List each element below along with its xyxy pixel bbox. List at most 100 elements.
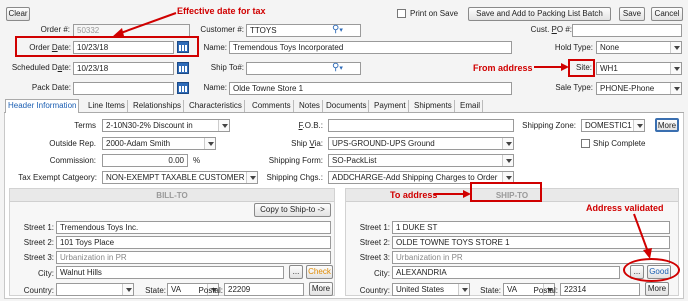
sale-type-value: PHONE-Phone [600, 84, 655, 93]
tab-characteristics[interactable]: Characteristics [187, 100, 245, 112]
shipping-zone-label: Shipping Zone: [522, 121, 576, 130]
site-highlight-box [568, 59, 595, 77]
save-button[interactable]: Save [619, 7, 645, 21]
tab-comments[interactable]: Comments [250, 100, 294, 112]
ship-complete-checkbox[interactable] [581, 139, 590, 148]
ship-street3-label: Street 3: [359, 253, 390, 262]
shipping-zone-more-button[interactable]: More [655, 118, 679, 132]
bill-city-lookup-button[interactable]: ... [289, 265, 303, 279]
sale-type-label: Sale Type: [555, 83, 593, 92]
terms-dropdown-icon [218, 120, 229, 131]
to-address-annotation: To address [390, 190, 438, 200]
to-address-arrow [434, 190, 471, 198]
tab-shipments[interactable]: Shipments [412, 100, 455, 112]
order-no-label: Order #: [40, 25, 70, 34]
hold-type-select[interactable]: None [596, 41, 682, 54]
outside-rep-label: Outside Rep. [49, 139, 96, 148]
ship-street1-input[interactable]: 1 DUKE ST [392, 221, 670, 234]
scheduled-date-input[interactable]: 10/23/18 [73, 62, 174, 75]
bill-street1-label: Street 1: [23, 223, 54, 232]
commission-label: Commission: [49, 156, 96, 165]
hold-type-value: None [600, 43, 620, 52]
hold-type-label: Hold Type: [554, 43, 593, 52]
site-select[interactable]: WH1 [596, 62, 682, 75]
tax-exempt-dropdown-icon [246, 172, 257, 183]
copy-to-ship-to-button[interactable]: Copy to Ship-to -> [254, 203, 331, 217]
ship-country-dropdown-icon [458, 284, 469, 295]
ship-complete-label: Ship Complete [593, 139, 646, 148]
terms-label: Terms [74, 121, 96, 130]
ship-name-input[interactable]: Olde Towne Store 1 [229, 82, 512, 95]
shipping-chgs-label: Shipping Chgs.: [266, 173, 323, 182]
ship-via-label: Ship Via: [291, 139, 323, 148]
ship-via-dropdown-icon [502, 138, 513, 149]
commission-percent-label: % [193, 156, 201, 165]
hold-type-dropdown-icon [670, 42, 681, 53]
shipping-zone-value: DOMESTIC1 [585, 121, 632, 130]
pack-date-calendar-icon[interactable] [177, 82, 189, 94]
tab-line-items[interactable]: Line Items [86, 100, 128, 112]
terms-select[interactable]: 2-10N30-2% Discount in [102, 119, 230, 132]
bill-street1-input[interactable]: Tremendous Toys Inc. [56, 221, 331, 234]
clear-button[interactable]: Clear [6, 7, 30, 21]
effective-date-arrow [112, 12, 177, 37]
ship-country-label: Country: [359, 286, 390, 295]
customer-label: Customer #: [200, 25, 244, 34]
shipping-form-select[interactable]: SO-PackList [328, 154, 514, 167]
ship-city-input[interactable]: ALEXANDRIA [392, 266, 620, 279]
bill-country-dropdown-icon [122, 284, 133, 295]
good-highlight-ellipse [623, 258, 680, 282]
bill-country-select[interactable] [56, 283, 134, 296]
bill-state-value: VA [171, 285, 182, 294]
bill-more-button[interactable]: More [309, 282, 333, 296]
ship-street2-label: Street 2: [359, 238, 390, 247]
customer-search-icon[interactable]: ⚲▾ [332, 24, 360, 36]
tab-header-information[interactable]: Header Information [5, 99, 80, 113]
terms-value: 2-10N30-2% Discount in [106, 121, 193, 130]
print-on-save-checkbox[interactable] [397, 9, 406, 18]
tab-payment[interactable]: Payment [372, 100, 409, 112]
customer-name-input[interactable]: Tremendous Toys Incorporated [229, 41, 512, 54]
shipping-zone-dropdown-icon [633, 120, 644, 131]
from-address-annotation: From address [473, 63, 533, 73]
shipping-form-dropdown-icon [502, 155, 513, 166]
bill-postal-input[interactable]: 22209 [224, 283, 304, 296]
ship-to-search-icon[interactable]: ⚲▾ [332, 62, 360, 74]
tax-exempt-select[interactable]: NON-EXEMPT TAXABLE CUSTOMER [102, 171, 258, 184]
site-dropdown-icon [670, 63, 681, 74]
cancel-button[interactable]: Cancel [651, 7, 683, 21]
address-validated-arrow [633, 213, 652, 259]
ship-via-value: UPS-GROUND-UPS Ground [332, 139, 435, 148]
outside-rep-select[interactable]: 2000-Adam Smith [102, 137, 216, 150]
tab-email[interactable]: Email [458, 100, 484, 112]
ship-postal-label: Postal: [533, 286, 558, 295]
sale-type-select[interactable]: PHONE-Phone [596, 82, 682, 95]
fob-input[interactable] [328, 119, 514, 132]
ship-country-select[interactable]: United States [392, 283, 470, 296]
effective-date-annotation: Effective date for tax [177, 6, 266, 16]
ship-via-select[interactable]: UPS-GROUND-UPS Ground [328, 137, 514, 150]
tab-documents[interactable]: Documents [324, 100, 370, 112]
shipping-zone-select[interactable]: DOMESTIC1 [581, 119, 645, 132]
scheduled-date-calendar-icon[interactable] [177, 62, 189, 74]
ship-postal-input[interactable]: 22314 [560, 283, 640, 296]
cust-po-input[interactable] [572, 24, 682, 37]
bill-street3-label: Street 3: [23, 253, 54, 262]
bill-check-button[interactable]: Check [306, 265, 333, 279]
ship-street1-label: Street 1: [359, 223, 390, 232]
bill-country-label: Country: [23, 286, 54, 295]
save-add-packing-button[interactable]: Save and Add to Packing List Batch [468, 7, 611, 21]
ship-state-value: VA [507, 285, 518, 294]
ship-street2-input[interactable]: OLDE TOWNE TOYS STORE 1 [392, 236, 670, 249]
bill-city-input[interactable]: Walnut Hills [56, 266, 284, 279]
commission-input[interactable]: 0.00 [102, 154, 188, 167]
bill-street2-input[interactable]: 101 Toys Place [56, 236, 331, 249]
from-address-arrow [534, 63, 569, 71]
ship-to-label: Ship To#: [210, 63, 244, 72]
bill-street3-input[interactable]: Urbanization in PR [56, 251, 331, 264]
ship-more-button[interactable]: More [645, 282, 669, 296]
print-on-save-label: Print on Save [410, 9, 459, 18]
tab-relationships[interactable]: Relationships [131, 100, 185, 112]
pack-date-input[interactable] [73, 82, 174, 95]
tab-notes[interactable]: Notes [297, 100, 323, 112]
